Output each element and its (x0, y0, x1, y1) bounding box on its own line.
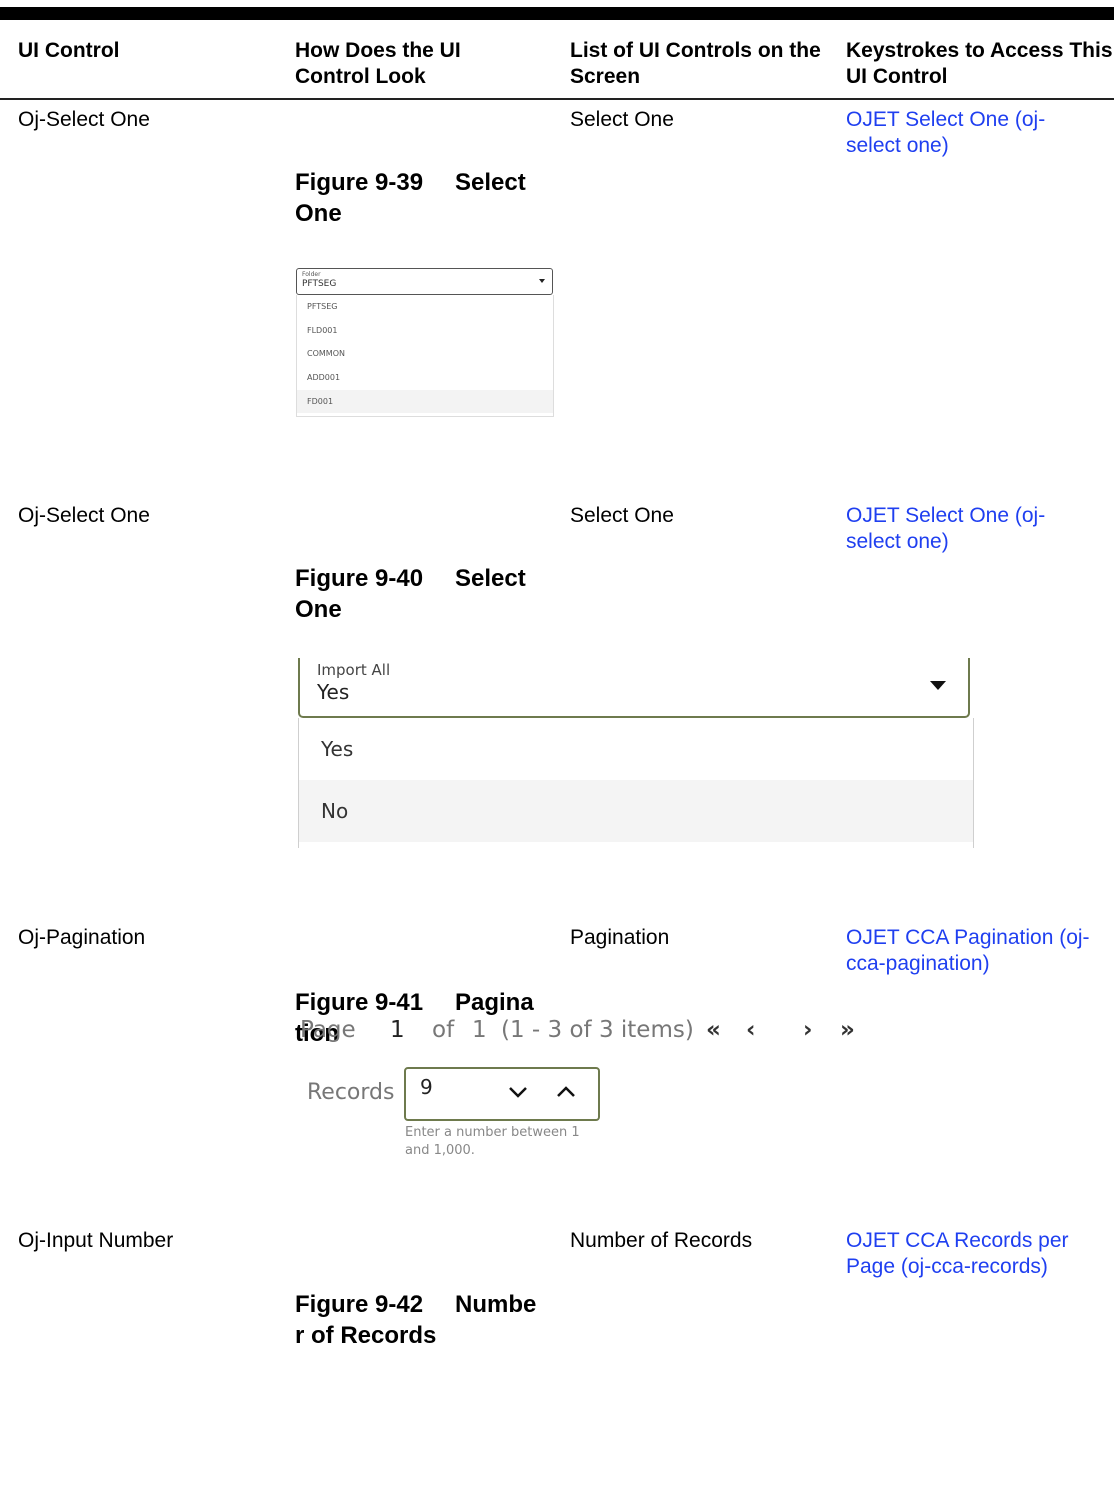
figure-9-39-caption: Figure 9-39 Select One (295, 167, 557, 229)
chevron-down-icon[interactable] (930, 681, 946, 690)
figure-number: Figure 9-40 (295, 565, 424, 592)
chevron-up-icon[interactable] (556, 1085, 576, 1099)
row-2-control: Oj-Select One (18, 504, 150, 527)
chevron-down-icon[interactable] (508, 1085, 528, 1099)
row-3-control: Oj-Pagination (18, 926, 146, 949)
chevron-down-icon[interactable] (539, 279, 545, 283)
header-ui-control: UI Control (18, 39, 120, 62)
folder-select-menu: PFTSEG FLD001 COMMON ADD001 FD001 (296, 295, 554, 417)
figure-number: Figure 9-42 (295, 1291, 424, 1318)
folder-select-box[interactable]: Folder PFTSEG (296, 268, 553, 295)
records-label: Records (307, 1080, 395, 1105)
of-label: of (432, 1017, 455, 1043)
folder-option[interactable]: FLD001 (297, 319, 553, 342)
top-rule (0, 7, 1114, 20)
figure-9-40-caption: Figure 9-40 Select One (295, 563, 557, 625)
row-4-link[interactable]: OJET CCA Records per Page (oj-cca-record… (846, 1228, 1108, 1280)
folder-select-value: PFTSEG (302, 279, 337, 289)
import-option-yes[interactable]: Yes (299, 718, 973, 780)
item-range: (1 - 3 of 3 items) (501, 1017, 694, 1043)
records-value[interactable]: 9 (420, 1075, 433, 1099)
folder-option[interactable]: COMMON (297, 342, 553, 365)
header-how-look: How Does the UI Control Look (295, 39, 461, 88)
row-4-list: Number of Records (570, 1229, 753, 1252)
folder-select[interactable]: Folder PFTSEG PFTSEG FLD001 COMMON ADD00… (296, 268, 554, 417)
import-option-no[interactable]: No (299, 780, 973, 842)
row-3-link[interactable]: OJET CCA Pagination (oj-cca-pagination) (846, 925, 1106, 977)
folder-option[interactable]: PFTSEG (297, 295, 553, 318)
header-keystrokes: Keystrokes to Access This UI Control (846, 39, 1113, 88)
row-1-control: Oj-Select One (18, 108, 150, 131)
next-page-icon[interactable]: › (803, 1012, 812, 1048)
folder-option[interactable]: ADD001 (297, 366, 553, 389)
figure-number: Figure 9-39 (295, 169, 424, 196)
row-1-list: Select One (570, 108, 674, 131)
last-page-icon[interactable]: » (840, 1012, 855, 1048)
page-label: Page (300, 1017, 356, 1043)
row-2-list: Select One (570, 504, 674, 527)
row-3-list: Pagination (570, 926, 670, 949)
row-2-link[interactable]: OJET Select One (oj-select one) (846, 503, 1096, 555)
current-page[interactable]: 1 (390, 1012, 405, 1048)
row-1-link[interactable]: OJET Select One (oj-select one) (846, 107, 1096, 159)
import-all-select-box[interactable]: Import All Yes (298, 658, 970, 718)
prev-page-icon[interactable]: ‹ (746, 1012, 755, 1048)
import-all-select[interactable]: Import All Yes Yes No (298, 658, 974, 848)
figure-9-42-caption: Figure 9-42 Numbe r of Records (295, 1289, 557, 1351)
folder-select-label: Folder (302, 271, 321, 278)
records-hint: Enter a number between 1 and 1,000. (405, 1125, 580, 1158)
row-4-control: Oj-Input Number (18, 1229, 174, 1252)
import-all-menu: Yes No (298, 718, 974, 848)
header-list-controls: List of UI Controls on the Screen (570, 39, 821, 88)
total-pages: 1 (472, 1017, 487, 1043)
import-all-value: Yes (317, 680, 350, 704)
import-all-label: Import All (317, 661, 391, 679)
first-page-icon[interactable]: « (706, 1012, 721, 1048)
folder-option-highlighted[interactable]: FD001 (297, 390, 553, 413)
records-field[interactable]: 9 (404, 1067, 600, 1121)
header-divider (0, 98, 1114, 100)
